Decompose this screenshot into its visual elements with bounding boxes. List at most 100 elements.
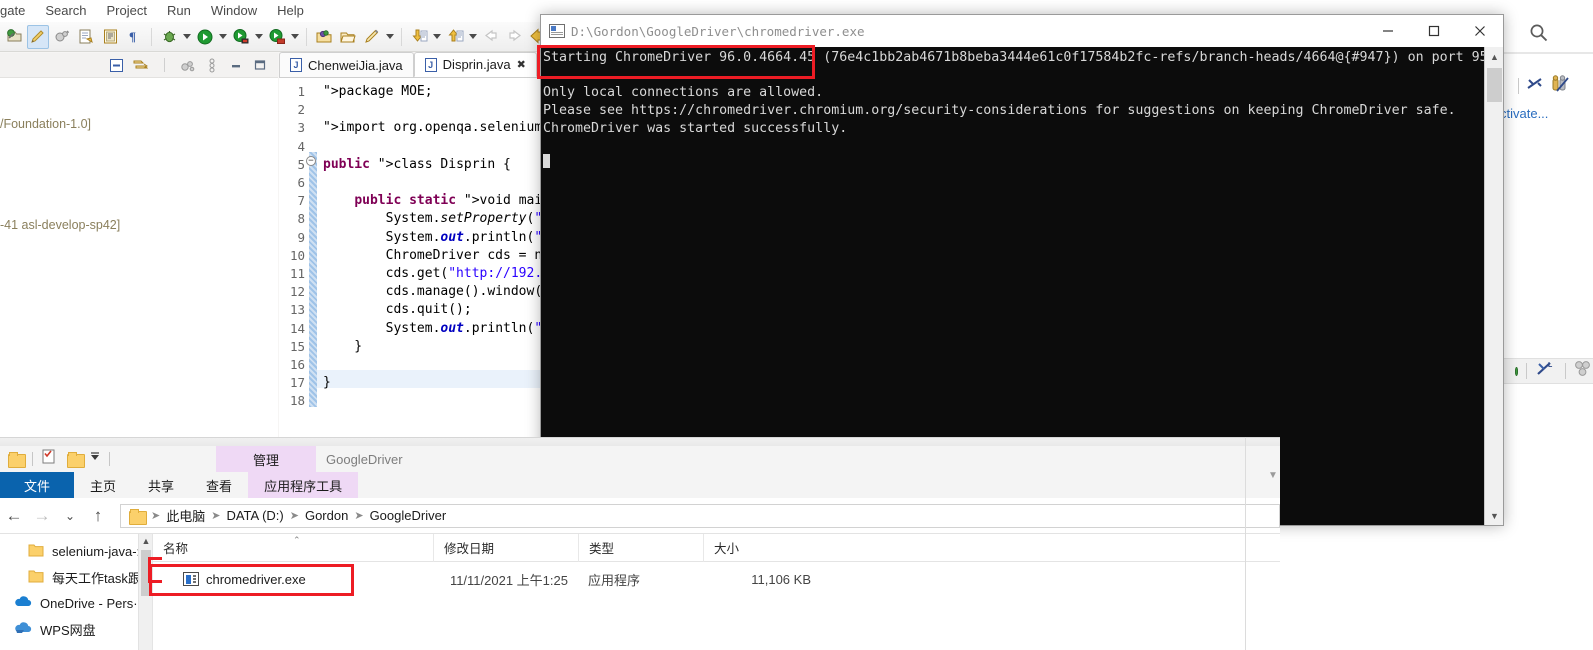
previous-annotation-dropdown-icon[interactable] (467, 25, 479, 49)
breadcrumb-item[interactable]: 此电脑 (166, 506, 205, 525)
ribbon-tab-1[interactable]: 主页 (74, 472, 132, 498)
right-side-panel: ctivate... L (1500, 0, 1593, 437)
customize-qat-icon[interactable] (89, 450, 101, 468)
ribbon-tab-2[interactable]: 共享 (132, 472, 190, 498)
run-external-tools-icon[interactable] (230, 25, 252, 49)
breadcrumb-item[interactable]: Gordon (305, 508, 348, 523)
server-icon[interactable]: L (1535, 360, 1557, 383)
package-explorer-text-1: /Foundation-1.0] (0, 117, 92, 131)
team-sync-icon[interactable] (1551, 74, 1573, 98)
maximize-icon[interactable] (250, 55, 270, 75)
breadcrumb-item[interactable]: GoogleDriver (370, 508, 447, 523)
package-icon[interactable] (1573, 360, 1593, 383)
external-tools-dropdown-icon[interactable] (253, 25, 265, 49)
filters-icon[interactable] (178, 55, 198, 75)
menu-item-run[interactable]: Run (157, 0, 201, 22)
line-number: 15 (289, 338, 305, 354)
search-icon[interactable] (1528, 22, 1550, 44)
menu-item-window[interactable]: Window (201, 0, 267, 22)
new-java-project-icon[interactable] (3, 25, 25, 49)
back-icon[interactable] (480, 25, 502, 49)
breadcrumb-item[interactable]: DATA (D:) (226, 508, 283, 523)
scroll-down-icon[interactable]: ▼ (1485, 506, 1503, 525)
fold-collapse-icon[interactable]: − (306, 156, 316, 166)
previous-annotation-icon[interactable] (444, 25, 466, 49)
marker-icon[interactable] (361, 25, 383, 49)
line-number: 17 (289, 375, 305, 391)
forward-icon[interactable] (504, 25, 526, 49)
sidebar-item-3[interactable]: WPS网盘 (0, 616, 152, 642)
properties-icon[interactable] (41, 449, 57, 469)
table-row[interactable]: chromedriver.exe 11/11/2021 上午1:25 应用程序 … (153, 566, 1280, 592)
address-breadcrumb-field[interactable]: ➤ 此电脑 ➤ DATA (D:) ➤ Gordon ➤ GoogleDriver (120, 503, 1280, 528)
address-bar-row: ← → ⌄ ↑ ➤ 此电脑 ➤ DATA (D:) ➤ Gordon ➤ GoogleDriv… (0, 498, 1280, 534)
sidebar-item-0[interactable]: selenium-java-: (0, 538, 152, 564)
line-number: 18 (289, 393, 305, 409)
menu-item-search[interactable]: Search (35, 0, 96, 22)
back-button[interactable]: ← (0, 502, 28, 530)
ribbon-tab-4[interactable]: 应用程序工具 (248, 472, 359, 498)
run-icon[interactable] (194, 25, 216, 49)
no-connection-icon[interactable] (1525, 75, 1545, 98)
minimize-icon[interactable] (226, 55, 246, 75)
ribbon-tab-0[interactable]: 文件 (0, 472, 75, 498)
panel-divider (1500, 52, 1593, 54)
column-header-size[interactable]: 大小 (703, 533, 823, 562)
next-annotation-icon[interactable] (408, 25, 430, 49)
open-task-icon[interactable] (99, 25, 121, 49)
run-server-icon[interactable] (266, 25, 288, 49)
column-header-modified[interactable]: 修改日期 (433, 533, 578, 562)
menu-item-gate[interactable]: gate (0, 0, 35, 22)
scroll-thumb[interactable] (1487, 68, 1502, 102)
ribbon-tabs: 文件 主页 共享 查看 应用程序工具 (0, 472, 1280, 498)
sidebar-item-1[interactable]: 每天工作task跟踪 (0, 564, 152, 590)
tab-disprin-java[interactable]: J Disprin.java ✖ (413, 52, 537, 77)
sidebar-item-2[interactable]: OneDrive - Pers· (0, 590, 152, 616)
line-number: 9 (297, 229, 305, 245)
column-header-type[interactable]: 类型 (578, 533, 703, 562)
scroll-up-icon[interactable]: ▲ (139, 534, 153, 548)
close-icon[interactable]: ✖ (517, 58, 526, 71)
marker-dropdown-icon[interactable] (384, 25, 396, 49)
collapse-all-icon[interactable] (106, 55, 126, 75)
link-with-editor-icon[interactable] (130, 55, 150, 75)
navigation-scrollbar[interactable]: ▲ (138, 534, 152, 650)
open-type-icon[interactable] (75, 25, 97, 49)
run-dropdown-icon[interactable] (217, 25, 229, 49)
new-annotation-icon[interactable] (51, 25, 73, 49)
up-button[interactable]: ↑ (84, 502, 112, 530)
view-menu-icon[interactable] (202, 55, 222, 75)
maximize-button[interactable] (1411, 15, 1457, 47)
highlight-pen-icon[interactable] (27, 24, 49, 49)
console-line-1: Starting ChromeDriver 96.0.4664.45 (76e4… (543, 50, 1503, 65)
menu-item-help[interactable]: Help (267, 0, 314, 22)
new-package-icon[interactable] (313, 25, 335, 49)
debug-dropdown-icon[interactable] (181, 25, 193, 49)
tab-chenweijia-java[interactable]: J ChenweiJia.java (279, 52, 414, 77)
column-header-row: ⌃ 名称 修改日期 类型 大小 (153, 533, 1280, 562)
code-line: public ">class Disprin { (323, 156, 511, 172)
console-title-bar[interactable]: D:\Gordon\GoogleDriver\chromedriver.exe (541, 15, 1503, 47)
forward-button[interactable]: → (28, 502, 56, 530)
pilcrow-icon[interactable]: ¶ (123, 25, 145, 49)
folder-icon[interactable] (8, 452, 26, 468)
minimize-button[interactable] (1365, 15, 1411, 47)
menu-item-project[interactable]: Project (97, 0, 157, 22)
console-scrollbar[interactable]: ▲ ▼ (1484, 47, 1503, 525)
nav-scroll-thumb[interactable] (141, 550, 151, 596)
line-number: 8 (297, 211, 305, 227)
scroll-up-icon[interactable]: ▲ (1485, 47, 1503, 66)
breadcrumb-separator-icon: ➤ (354, 510, 364, 522)
server-dropdown-icon[interactable] (289, 25, 301, 49)
close-button[interactable] (1457, 15, 1503, 47)
breadcrumb-separator-icon: ➤ (289, 510, 299, 522)
file-type: 应用程序 (588, 572, 641, 588)
open-folder-icon[interactable] (337, 25, 359, 49)
activate-windows-link[interactable]: ctivate... (1500, 106, 1548, 121)
new-folder-icon[interactable] (67, 452, 85, 468)
column-header-name[interactable]: ⌃ 名称 (153, 534, 433, 562)
recent-locations-button[interactable]: ⌄ (56, 502, 84, 530)
ribbon-tab-3[interactable]: 查看 (190, 472, 248, 498)
debug-icon[interactable] (158, 25, 180, 49)
next-annotation-dropdown-icon[interactable] (431, 25, 443, 49)
